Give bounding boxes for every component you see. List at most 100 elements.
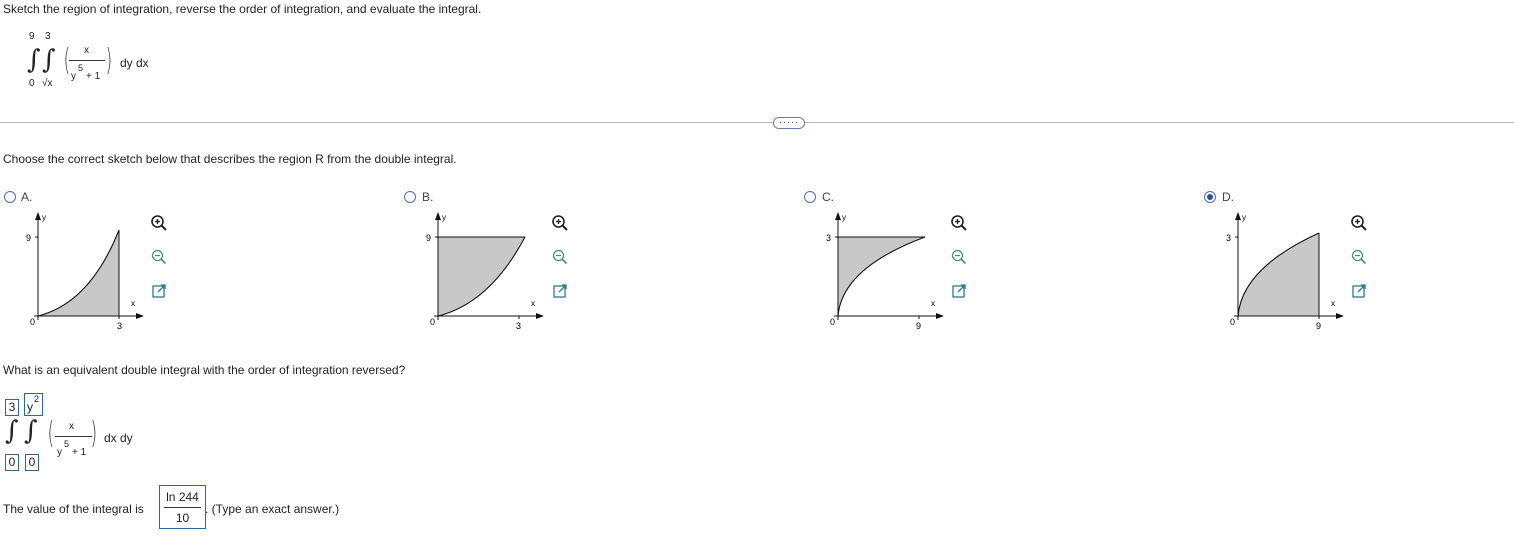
open-external-icon[interactable] — [551, 282, 569, 300]
option-b-radio[interactable] — [404, 191, 416, 203]
option-a-graph: 9 3 x y 0 — [26, 212, 144, 331]
x-tick-label: 3 — [117, 321, 122, 331]
zoom-in-icon[interactable] — [950, 214, 968, 232]
denominator-exponent: 5 — [64, 439, 70, 449]
zoom-out-icon[interactable] — [1350, 248, 1368, 266]
option-d-label: D. — [1222, 190, 1234, 204]
value-suffix: . (Type an exact answer.) — [205, 502, 340, 516]
x-axis-label: x — [931, 299, 935, 308]
x-arrow — [936, 313, 944, 319]
denominator-base: y — [57, 447, 62, 458]
zoom-in-icon[interactable] — [1350, 214, 1368, 232]
more-button[interactable]: ····· — [773, 117, 805, 129]
left-paren: ( — [63, 43, 71, 78]
inner-lower-limit: √x — [42, 78, 53, 89]
fraction-bar — [55, 436, 92, 437]
origin-label: 0 — [430, 317, 435, 327]
outer-upper-limit-box[interactable]: 3 — [5, 399, 19, 416]
option-c-label: C. — [822, 190, 834, 204]
inner-integral-sign: ∫ — [24, 416, 38, 446]
inner-upper-exponent: 2 — [34, 394, 40, 404]
section-divider — [0, 122, 1514, 123]
denominator-base: y — [71, 71, 76, 82]
denominator-exponent: 5 — [78, 63, 84, 73]
inner-upper-limit: 3 — [45, 31, 51, 42]
outer-upper-limit: 9 — [29, 31, 35, 42]
inner-lower-limit-box[interactable]: 0 — [25, 454, 39, 471]
x-tick-label: 9 — [916, 321, 921, 331]
shaded-region — [1238, 233, 1319, 316]
option-d-radio[interactable] — [1204, 191, 1216, 203]
shaded-region — [38, 230, 119, 316]
x-tick-label: 3 — [516, 321, 521, 331]
differentials: dx dy — [104, 431, 133, 445]
x-tick-label: 9 — [1316, 321, 1321, 331]
option-a-tools — [150, 214, 168, 300]
x-axis-label: x — [1331, 299, 1335, 308]
value-label: The value of the integral is — [3, 502, 144, 516]
inner-upper-base: y — [27, 400, 33, 414]
right-paren: ) — [90, 416, 98, 451]
open-external-icon[interactable] — [1350, 282, 1368, 300]
problem-prompt: Sketch the region of integration, revers… — [3, 2, 482, 16]
zoom-out-icon[interactable] — [150, 248, 168, 266]
option-c-radio[interactable] — [804, 191, 816, 203]
numerator: x — [69, 421, 74, 432]
x-axis-label: x — [531, 299, 535, 308]
option-d-graph: 3 9 x y 0 — [1226, 212, 1344, 331]
outer-integral-sign: ∫ — [5, 416, 19, 446]
shaded-region — [438, 237, 525, 316]
numerator: x — [84, 45, 89, 56]
y-arrow — [835, 212, 841, 220]
y-axis-label: y — [42, 213, 46, 222]
answer-fraction-bar — [164, 507, 201, 508]
option-a-radio[interactable] — [4, 191, 16, 203]
shaded-region — [838, 237, 925, 316]
open-external-icon[interactable] — [950, 282, 968, 300]
x-arrow — [136, 313, 144, 319]
y-tick-label: 9 — [426, 233, 431, 243]
x-arrow — [536, 313, 544, 319]
fraction-bar — [69, 60, 105, 61]
answer-denominator: 10 — [175, 511, 190, 525]
y-axis-label: y — [442, 213, 446, 222]
option-d-tools — [1350, 214, 1368, 300]
y-axis-label: y — [842, 213, 846, 222]
option-b-graph: 9 3 x y 0 — [426, 212, 544, 331]
zoom-out-icon[interactable] — [551, 248, 569, 266]
inner-integral-sign: ∫ — [42, 45, 56, 75]
origin-label: 0 — [30, 317, 35, 327]
inner-upper-limit-box[interactable]: y 2 — [24, 393, 43, 416]
denominator-plus-one: + 1 — [72, 447, 87, 458]
option-c-graph: 3 9 x y 0 — [826, 212, 944, 331]
y-tick-label: 3 — [826, 233, 831, 243]
outer-lower-limit: 0 — [29, 78, 35, 89]
y-arrow — [35, 212, 41, 220]
sketch-question: Choose the correct sketch below that des… — [3, 152, 457, 166]
differentials: dy dx — [120, 56, 149, 70]
zoom-in-icon[interactable] — [551, 214, 569, 232]
outer-integral-sign: ∫ — [27, 45, 41, 75]
answer-numerator: ln 244 — [166, 490, 199, 504]
denominator-plus-one: + 1 — [86, 71, 101, 82]
option-a-label: A. — [21, 190, 33, 204]
origin-label: 0 — [830, 317, 835, 327]
y-tick-label: 3 — [1226, 233, 1231, 243]
left-paren: ( — [47, 416, 55, 451]
y-axis-label: y — [1242, 213, 1246, 222]
option-b-label: B. — [422, 190, 434, 204]
answer-box[interactable]: ln 244 10 — [159, 485, 206, 529]
y-tick-label: 9 — [26, 233, 31, 243]
right-paren: ) — [105, 43, 113, 78]
zoom-in-icon[interactable] — [150, 214, 168, 232]
x-arrow — [1336, 313, 1344, 319]
y-arrow — [435, 212, 441, 220]
option-c-tools — [950, 214, 968, 300]
x-axis-label: x — [131, 299, 135, 308]
zoom-out-icon[interactable] — [950, 248, 968, 266]
open-external-icon[interactable] — [150, 282, 168, 300]
option-b-tools — [551, 214, 569, 300]
outer-lower-limit-box[interactable]: 0 — [5, 454, 19, 471]
y-arrow — [1235, 212, 1241, 220]
origin-label: 0 — [1230, 317, 1235, 327]
